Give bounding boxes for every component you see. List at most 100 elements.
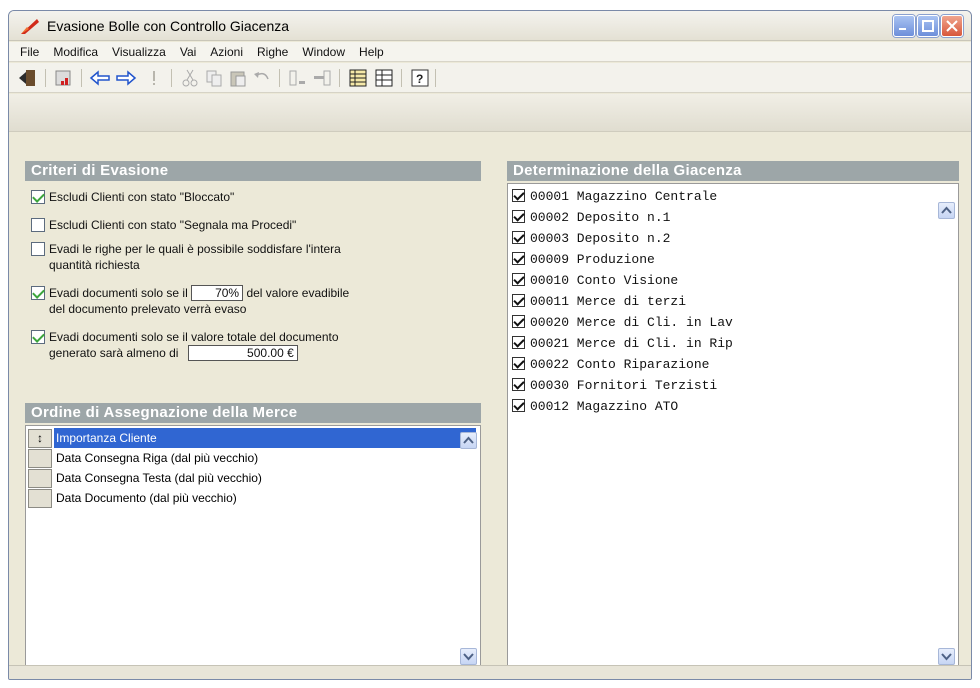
giacenza-checkbox[interactable]	[512, 210, 525, 223]
menu-vai[interactable]: Vai	[173, 45, 203, 59]
chevron-up-icon	[463, 436, 474, 444]
giacenza-label: 00012 Magazzino ATO	[530, 399, 679, 414]
scroll-up-button[interactable]	[460, 432, 477, 449]
toolbar-separator	[171, 69, 172, 87]
ordine-item-label: Data Consegna Testa (dal più vecchio)	[56, 471, 262, 485]
criterio-intera-quantita: Evadi le righe per le quali è possibile …	[31, 241, 481, 273]
intera-quantita-line1: Evadi le righe per le quali è possibile …	[49, 242, 341, 256]
giacenza-checkbox[interactable]	[512, 357, 525, 370]
svg-text:?: ?	[416, 72, 423, 86]
ribbon-band	[9, 94, 971, 132]
giacenza-checkbox[interactable]	[512, 231, 525, 244]
minimize-button[interactable]	[893, 15, 915, 37]
ordine-header: Ordine di Assegnazione della Merce	[25, 403, 481, 423]
escludi-bloccati-label: Escludi Clienti con stato "Bloccato"	[49, 190, 235, 204]
giacenza-checkbox[interactable]	[512, 273, 525, 286]
reorder-handle[interactable]	[28, 469, 52, 488]
menu-help[interactable]: Help	[352, 45, 391, 59]
giacenza-label: 00011 Merce di terzi	[530, 294, 687, 309]
scroll-down-button[interactable]	[460, 648, 477, 665]
toolbar-separator	[339, 69, 340, 87]
giacenza-label: 00001 Magazzino Centrale	[530, 189, 718, 204]
ordine-item-consegna-riga[interactable]: Data Consegna Riga (dal più vecchio)	[28, 448, 460, 468]
menu-window[interactable]: Window	[295, 45, 352, 59]
exclamation-icon[interactable]	[143, 67, 165, 89]
toolbar-separator	[45, 69, 46, 87]
ordine-item-data-documento[interactable]: Data Documento (dal più vecchio)	[28, 488, 460, 508]
giacenza-checkbox[interactable]	[512, 315, 525, 328]
giacenza-checkbox[interactable]	[512, 378, 525, 391]
toolbar: ?	[9, 63, 971, 93]
giacenza-label: 00009 Produzione	[530, 252, 655, 267]
chevron-down-icon	[941, 653, 952, 661]
menu-righe[interactable]: Righe	[250, 45, 295, 59]
close-button[interactable]	[941, 15, 963, 37]
ordine-item-consegna-testa[interactable]: Data Consegna Testa (dal più vecchio)	[28, 468, 460, 488]
escludi-segnala-label: Escludi Clienti con stato "Segnala ma Pr…	[49, 218, 297, 232]
maximize-icon	[922, 20, 934, 32]
menu-azioni[interactable]: Azioni	[203, 45, 250, 59]
toolbar-separator	[435, 69, 436, 87]
criterio-percentuale: Evadi documenti solo se il 70% del valor…	[31, 285, 481, 317]
percentuale-pre: Evadi documenti solo se il	[49, 286, 188, 300]
reorder-handle-icon[interactable]: ↕	[28, 429, 52, 448]
ordine-item-importanza[interactable]: ↕ Importanza Cliente	[28, 428, 476, 448]
giacenza-checkbox[interactable]	[512, 294, 525, 307]
giacenza-list: 00001 Magazzino Centrale 00002 Deposito …	[507, 183, 959, 669]
criteri-header: Criteri di Evasione	[25, 161, 481, 181]
valore-minimo-input[interactable]: 500.00 €	[187, 345, 298, 361]
valore-minimo-line2: generato sarà almeno di 500.00 €	[31, 345, 481, 361]
ordine-list: ↕ Importanza Cliente Data Consegna Riga …	[25, 425, 481, 669]
insert-row-icon[interactable]	[287, 67, 309, 89]
chevron-up-icon	[941, 206, 952, 214]
menu-modifica[interactable]: Modifica	[46, 45, 105, 59]
giacenza-label: 00003 Deposito n.2	[530, 231, 671, 246]
back-arrow-icon[interactable]	[89, 67, 111, 89]
escludi-bloccati-checkbox[interactable]	[31, 190, 45, 204]
valore-minimo-pre: generato sarà almeno di	[49, 346, 179, 360]
grid-icon[interactable]	[373, 67, 395, 89]
toolbar-separator	[279, 69, 280, 87]
paste-icon[interactable]	[227, 67, 249, 89]
grid-detail-icon[interactable]	[347, 67, 369, 89]
maximize-button[interactable]	[917, 15, 939, 37]
chart-icon[interactable]	[53, 67, 75, 89]
window-title: Evasione Bolle con Controllo Giacenza	[47, 18, 290, 34]
ordine-item-label: Data Documento (dal più vecchio)	[56, 491, 237, 505]
toolbar-separator	[401, 69, 402, 87]
valore-minimo-checkbox[interactable]	[31, 330, 45, 344]
help-icon[interactable]: ?	[409, 67, 431, 89]
giacenza-label: 00020 Merce di Cli. in Lav	[530, 315, 733, 330]
criterio-escludi-bloccati: Escludi Clienti con stato "Bloccato"	[31, 189, 481, 205]
percentuale-checkbox[interactable]	[31, 286, 45, 300]
app-window: Evasione Bolle con Controllo Giacenza Fi…	[8, 10, 972, 680]
reorder-handle[interactable]	[28, 489, 52, 508]
cut-icon[interactable]	[179, 67, 201, 89]
menu-file[interactable]: File	[13, 45, 46, 59]
criterio-escludi-segnala: Escludi Clienti con stato "Segnala ma Pr…	[31, 217, 481, 233]
giacenza-checkbox[interactable]	[512, 336, 525, 349]
giacenza-checkbox[interactable]	[512, 399, 525, 412]
toolbar-separator	[81, 69, 82, 87]
giacenza-label: 00021 Merce di Cli. in Rip	[530, 336, 733, 351]
menu-visualizza[interactable]: Visualizza	[105, 45, 173, 59]
title-bar: Evasione Bolle con Controllo Giacenza	[9, 11, 971, 41]
reorder-handle[interactable]	[28, 449, 52, 468]
app-logo-icon	[21, 19, 39, 34]
undo-icon[interactable]	[251, 67, 273, 89]
delete-row-icon[interactable]	[311, 67, 333, 89]
percentuale-post: del valore evadibile	[246, 286, 350, 300]
intera-quantita-checkbox[interactable]	[31, 242, 45, 256]
copy-icon[interactable]	[203, 67, 225, 89]
giacenza-checkbox[interactable]	[512, 189, 525, 202]
criterio-valore-minimo: Evadi documenti solo se il valore totale…	[31, 329, 481, 361]
giacenza-checkbox[interactable]	[512, 252, 525, 265]
percentuale-input[interactable]: 70%	[191, 285, 244, 301]
giacenza-label: 00010 Conto Visione	[530, 273, 679, 288]
forward-arrow-icon[interactable]	[115, 67, 137, 89]
escludi-segnala-checkbox[interactable]	[31, 218, 45, 232]
giacenza-header: Determinazione della Giacenza	[507, 161, 959, 181]
scroll-up-button[interactable]	[938, 202, 955, 219]
scroll-down-button[interactable]	[938, 648, 955, 665]
exit-icon[interactable]	[17, 67, 39, 89]
